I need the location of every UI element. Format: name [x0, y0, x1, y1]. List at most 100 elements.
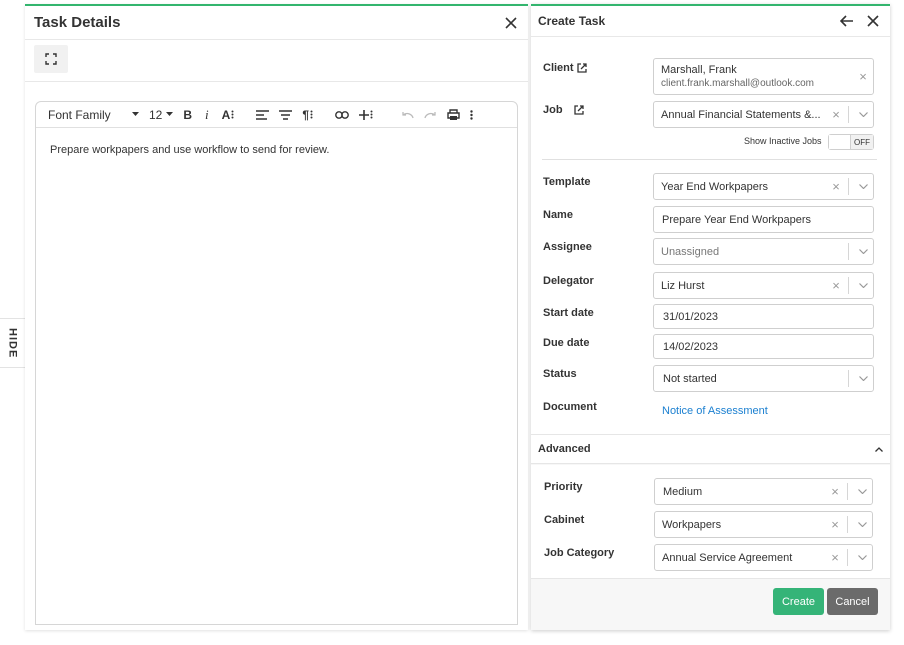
cabinet-value: Workpapers — [662, 518, 722, 531]
clear-icon[interactable]: × — [825, 484, 845, 499]
expand-icon — [45, 53, 57, 65]
status-select[interactable]: Not started — [653, 365, 874, 392]
chevron-down-icon[interactable] — [852, 489, 872, 494]
insert-button[interactable] — [354, 102, 378, 128]
form-footer: Create Cancel — [531, 580, 890, 630]
start-date-label: Start date — [543, 307, 594, 319]
status-value: Not started — [663, 372, 717, 385]
chevron-down-icon[interactable] — [852, 522, 872, 527]
client-label: Client — [543, 62, 574, 74]
hide-panel-tab[interactable]: HIDE — [0, 318, 26, 368]
cabinet-select[interactable]: Workpapers × — [654, 511, 873, 538]
create-button[interactable]: Create — [773, 588, 824, 615]
toggle-knob — [829, 135, 851, 149]
close-icon[interactable] — [864, 12, 882, 30]
task-details-title: Task Details — [34, 14, 121, 31]
priority-value: Medium — [663, 485, 703, 498]
clear-icon[interactable]: × — [826, 107, 846, 122]
caret-down-icon — [166, 112, 174, 116]
bold-icon: B — [183, 107, 193, 122]
section-divider — [542, 159, 877, 160]
select-divider — [848, 178, 849, 195]
insert-link-button[interactable] — [330, 102, 354, 128]
template-label: Template — [543, 176, 591, 188]
clear-icon[interactable]: × — [853, 69, 873, 84]
rich-text-editor[interactable]: Font Family 12 B i A ¶ Prepare workpaper… — [35, 101, 518, 625]
more-vertical-icon — [231, 110, 234, 119]
cancel-button[interactable]: Cancel — [827, 588, 878, 615]
external-link-icon[interactable] — [577, 63, 587, 73]
italic-button[interactable]: i — [197, 102, 217, 128]
clear-icon[interactable]: × — [825, 550, 845, 565]
font-size-label: 12 — [149, 107, 163, 122]
text-size-icon: A — [221, 107, 231, 122]
print-button[interactable] — [442, 102, 465, 128]
paragraph-button[interactable]: ¶ — [297, 102, 318, 128]
font-family-label: Font Family — [48, 107, 111, 122]
delegator-select[interactable]: Liz Hurst × — [653, 272, 874, 299]
show-inactive-jobs-toggle[interactable]: OFF — [828, 134, 874, 150]
undo-icon — [402, 111, 414, 118]
template-select[interactable]: Year End Workpapers × — [653, 173, 874, 200]
task-details-panel: Task Details Font Family 12 B i A ¶ Prep… — [25, 4, 528, 630]
font-family-dropdown[interactable]: Font Family — [48, 102, 144, 128]
name-label: Name — [543, 209, 573, 221]
back-arrow-icon[interactable] — [838, 12, 856, 30]
document-link[interactable]: Notice of Assessment — [662, 405, 768, 417]
advanced-section: Priority Medium × Cabinet Workpapers × J… — [531, 465, 890, 579]
task-details-toolbar — [25, 40, 528, 82]
assignee-select[interactable]: Unassigned — [653, 238, 874, 265]
chevron-up-icon[interactable] — [875, 446, 883, 452]
caret-down-icon — [132, 112, 139, 116]
start-date-input[interactable]: 31/01/2023 — [653, 304, 874, 329]
clear-icon[interactable]: × — [826, 278, 846, 293]
cabinet-label: Cabinet — [544, 514, 585, 526]
more-vertical-icon — [470, 109, 473, 120]
advanced-section-header[interactable]: Advanced — [531, 434, 890, 464]
align-center-button[interactable] — [274, 102, 297, 128]
job-category-value: Annual Service Agreement — [662, 551, 793, 564]
chevron-down-icon[interactable] — [853, 249, 873, 254]
chevron-down-icon[interactable] — [853, 112, 873, 117]
create-task-header: Create Task — [531, 6, 890, 36]
close-icon[interactable] — [502, 14, 520, 32]
more-options-button[interactable] — [465, 102, 478, 128]
fullscreen-button[interactable] — [34, 45, 68, 73]
client-field[interactable]: Marshall, Frank client.frank.marshall@ou… — [653, 58, 874, 95]
due-date-input[interactable]: 14/02/2023 — [653, 334, 874, 359]
priority-select[interactable]: Medium × — [654, 478, 873, 505]
italic-icon: i — [205, 106, 209, 122]
due-date-label: Due date — [543, 337, 590, 349]
job-category-select[interactable]: Annual Service Agreement × — [654, 544, 873, 571]
chevron-down-icon[interactable] — [852, 555, 872, 560]
chevron-down-icon[interactable] — [853, 184, 873, 189]
redo-icon — [424, 111, 436, 118]
select-divider — [847, 483, 848, 500]
assignee-value: Unassigned — [661, 245, 720, 258]
delegator-label: Delegator — [543, 275, 594, 287]
clear-icon[interactable]: × — [826, 179, 846, 194]
redo-button[interactable] — [419, 102, 442, 128]
chevron-down-icon[interactable] — [853, 376, 873, 381]
external-link-icon[interactable] — [574, 105, 584, 115]
font-size-dropdown[interactable]: 12 — [144, 102, 178, 128]
chevron-down-icon[interactable] — [853, 283, 873, 288]
text-size-button[interactable]: A — [217, 102, 240, 128]
due-date-value: 14/02/2023 — [663, 340, 719, 353]
editor-content[interactable]: Prepare workpapers and use workflow to s… — [36, 128, 517, 172]
select-divider — [848, 277, 849, 294]
undo-button[interactable] — [396, 102, 419, 128]
editor-toolbar: Font Family 12 B i A ¶ — [36, 102, 517, 128]
job-select[interactable]: Annual Financial Statements &... × — [653, 101, 874, 128]
header-actions — [838, 12, 882, 30]
advanced-title: Advanced — [538, 443, 591, 455]
select-divider — [847, 549, 848, 566]
select-divider — [848, 243, 849, 260]
client-value: Marshall, Frank client.frank.marshall@ou… — [661, 64, 853, 89]
more-vertical-icon — [310, 110, 313, 119]
bold-button[interactable]: B — [178, 102, 197, 128]
name-input[interactable]: Prepare Year End Workpapers — [653, 206, 874, 233]
clear-icon[interactable]: × — [825, 517, 845, 532]
job-label: Job — [543, 104, 563, 116]
align-left-button[interactable] — [251, 102, 274, 128]
